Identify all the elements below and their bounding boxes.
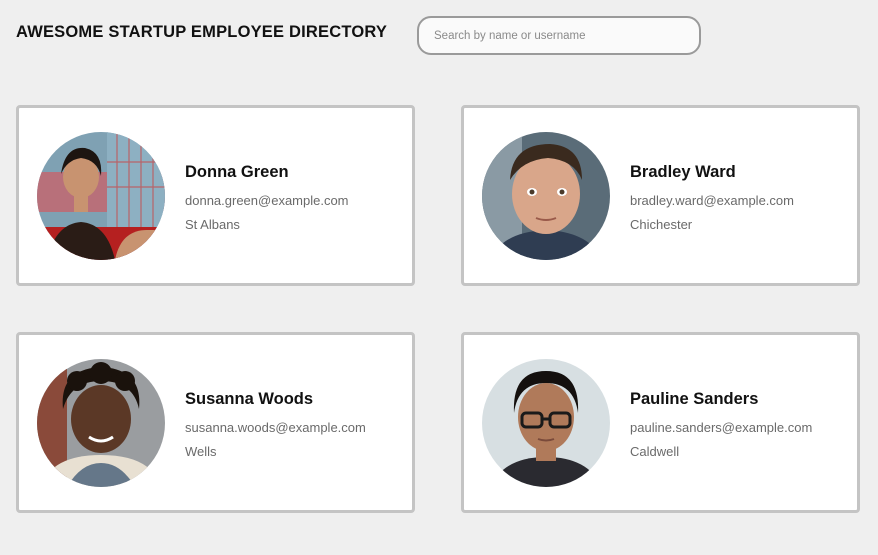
employee-avatar	[482, 132, 610, 260]
employee-avatar	[37, 359, 165, 487]
employee-city: Caldwell	[630, 444, 680, 459]
employee-name: Donna Green	[185, 163, 289, 181]
employee-info: Susanna Woods susanna.woods@example.com …	[185, 388, 366, 461]
employee-card[interactable]: Donna Green donna.green@example.com St A…	[16, 105, 415, 286]
employee-info: Pauline Sanders pauline.sanders@example.…	[630, 388, 812, 461]
search-input[interactable]	[417, 16, 701, 55]
employee-city: St Albans	[185, 217, 240, 232]
employee-email: bradley.ward@example.com	[630, 193, 794, 208]
employee-info: Bradley Ward bradley.ward@example.com Ch…	[630, 161, 794, 234]
employee-card[interactable]: Pauline Sanders pauline.sanders@example.…	[461, 332, 860, 513]
employee-email: pauline.sanders@example.com	[630, 420, 813, 435]
employee-email: donna.green@example.com	[185, 193, 349, 208]
person-photo-icon	[482, 132, 610, 260]
employee-city: Wells	[185, 444, 217, 459]
employee-card[interactable]: Bradley Ward bradley.ward@example.com Ch…	[461, 105, 860, 286]
employee-name: Pauline Sanders	[630, 390, 759, 408]
person-photo-icon	[37, 132, 165, 260]
employee-avatar	[37, 132, 165, 260]
employee-email: susanna.woods@example.com	[185, 420, 366, 435]
page-title: AWESOME STARTUP EMPLOYEE DIRECTORY	[16, 23, 388, 41]
employee-card[interactable]: Susanna Woods susanna.woods@example.com …	[16, 332, 415, 513]
person-photo-icon	[37, 359, 165, 487]
employee-name: Bradley Ward	[630, 163, 736, 181]
employee-avatar	[482, 359, 610, 487]
employee-city: Chichester	[630, 217, 693, 232]
employee-name: Susanna Woods	[185, 390, 314, 408]
person-photo-icon	[482, 359, 610, 487]
employee-info: Donna Green donna.green@example.com St A…	[185, 161, 349, 234]
